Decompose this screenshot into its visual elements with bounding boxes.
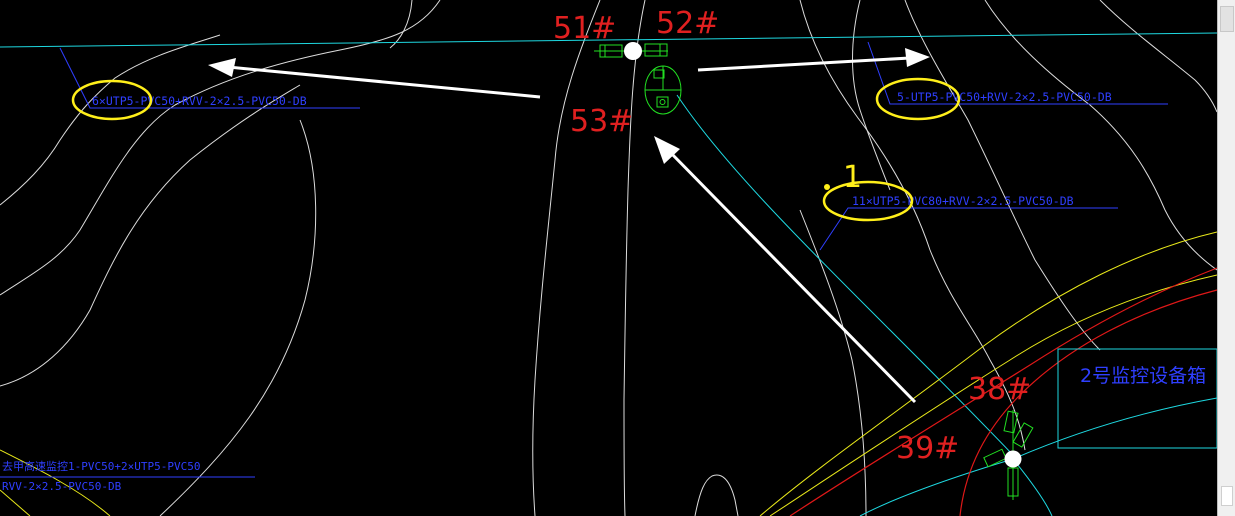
arrow-icon (905, 48, 930, 67)
junction-box-icon (644, 65, 682, 115)
leader-line (819, 207, 1118, 251)
contour-line (694, 474, 739, 516)
panel-button[interactable] (1221, 486, 1233, 506)
annotation-mark-text: 1 (843, 160, 862, 195)
cable-label-left: 6×UTP5-PVC50+RVV-2×2.5-PVC50-DB (92, 94, 307, 108)
contour-line (799, 209, 867, 516)
cyan-road-line (859, 458, 1014, 516)
side-panel (1217, 0, 1235, 516)
pole-label-53: 53# (570, 104, 633, 139)
arrow-icon (666, 148, 917, 404)
annotation-mark: 1 (824, 160, 862, 195)
equipment-box-label: 2号监控设备箱 (1080, 365, 1206, 387)
cad-drawing: 6×UTP5-PVC50+RVV-2×2.5-PVC50-DB 5-UTP5-P… (0, 0, 1218, 516)
arrow-icon (227, 65, 541, 99)
arrows (208, 48, 930, 404)
contour-line (623, 0, 646, 516)
pole-label-38: 38# (968, 372, 1031, 407)
cyan-road-line (1012, 458, 1053, 516)
contour-lines (0, 0, 1218, 516)
contour-line (532, 0, 601, 516)
contour-line (1099, 0, 1218, 113)
camera-pole-icon (594, 42, 668, 60)
yellow-road-line (0, 489, 31, 516)
arrow-icon (208, 58, 236, 77)
cable-label-bottom-2: RVV-2×2.5-PVC50-DB (2, 480, 122, 493)
pole-label-52: 52# (656, 6, 719, 41)
camera-pole-icon (983, 410, 1034, 500)
panel-tab[interactable] (1220, 6, 1234, 32)
cyan-road-line (1012, 397, 1218, 460)
cable-label-bottom-1: 去甲高速监控1-PVC50+2×UTP5-PVC50 (2, 459, 200, 473)
pole-label-39: 39# (896, 431, 959, 466)
cable-label-middle: 11×UTP5-PVC80+RVV-2×2.5-PVC50-DB (852, 194, 1074, 208)
pole-label-51: 51# (553, 11, 616, 46)
cable-label-right: 5-UTP5-PVC50+RVV-2×2.5-PVC50-DB (897, 90, 1112, 104)
contour-line (0, 84, 301, 387)
cyan-road-line (676, 94, 1014, 456)
equipment-box (1057, 348, 1218, 449)
arrow-icon (697, 56, 911, 72)
contour-line (904, 0, 1101, 351)
contour-line (159, 119, 317, 516)
contour-line (389, 0, 413, 49)
